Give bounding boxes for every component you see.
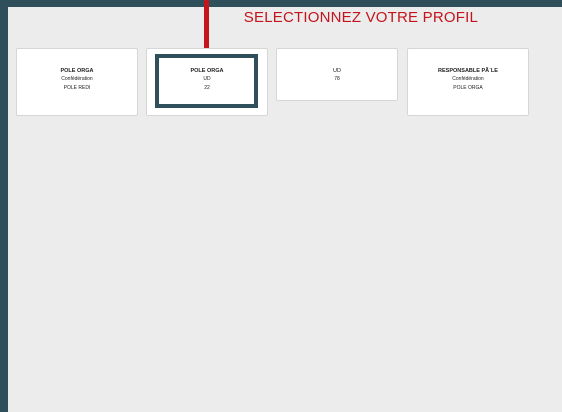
profile-card-4[interactable]: RESPONSABLE PÃ´LE Confédération POLE ORG… <box>407 48 529 116</box>
profile-level: 78 <box>334 76 340 82</box>
pointer-line <box>204 0 209 51</box>
profile-level: Confédération <box>61 76 93 82</box>
profile-card-1[interactable]: POLE ORGA Confédération POLE REDI <box>16 48 138 116</box>
profile-scope: POLE ORGA <box>453 85 483 91</box>
selection-frame <box>155 54 258 108</box>
profile-role: RESPONSABLE PÃ´LE <box>438 68 498 74</box>
profile-level: Confédération <box>452 76 484 82</box>
profile-scope: POLE REDI <box>63 85 91 91</box>
profile-role: POLE ORGA <box>60 68 94 74</box>
profile-card-2[interactable]: POLE ORGA UD 22 <box>146 48 268 116</box>
page-title: SELECTIONNEZ VOTRE PROFIL <box>243 9 478 26</box>
profile-role: UD <box>333 68 341 74</box>
profile-card-3[interactable]: UD 78 <box>276 48 398 101</box>
